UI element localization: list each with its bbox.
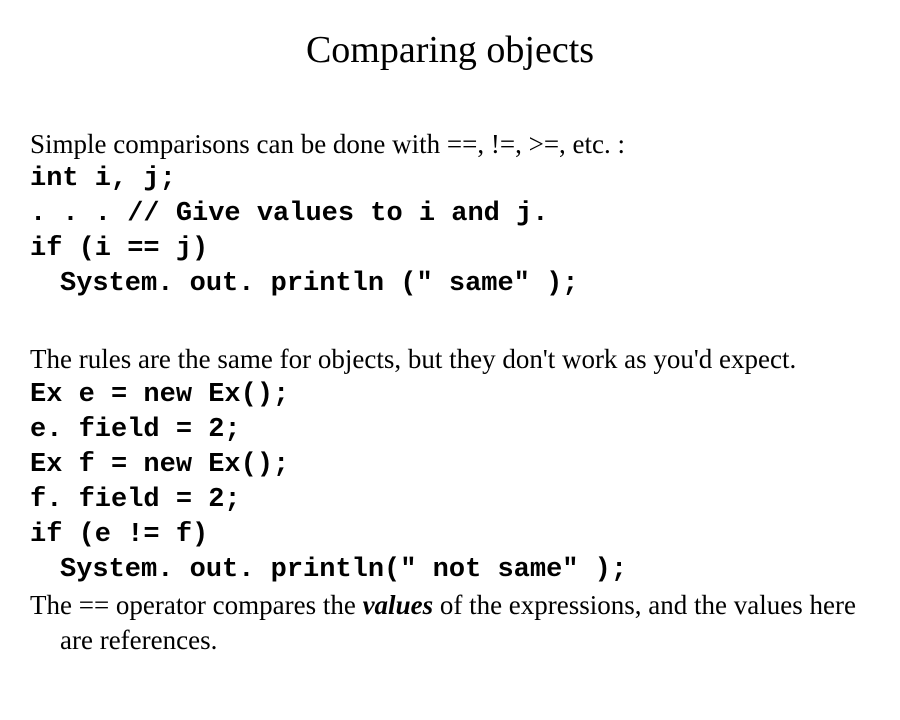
p2-footer-line-1: The == operator compares the values of t… [30, 588, 870, 623]
p2-footer-em: values [363, 590, 434, 620]
p2-code-line-6: System. out. println(" not same" ); [30, 553, 870, 588]
paragraph-2: The rules are the same for objects, but … [30, 342, 870, 658]
slide-title: Comparing objects [30, 28, 870, 72]
slide-body: Simple comparisons can be done with ==, … [30, 127, 870, 658]
p1-code-line-4: System. out. println (" same" ); [30, 267, 870, 302]
p1-code-line-3: if (i == j) [30, 232, 870, 267]
p2-code-line-2: e. field = 2; [30, 413, 870, 448]
p1-intro: Simple comparisons can be done with ==, … [30, 127, 870, 162]
p2-code-line-4: f. field = 2; [30, 483, 870, 518]
p1-code-line-1: int i, j; [30, 162, 870, 197]
p2-footer-b: of the expressions, and the values here [433, 590, 856, 620]
p2-code-line-1: Ex e = new Ex(); [30, 378, 870, 413]
p2-intro: The rules are the same for objects, but … [30, 342, 870, 377]
p2-code-line-5: if (e != f) [30, 518, 870, 553]
paragraph-1: Simple comparisons can be done with ==, … [30, 127, 870, 302]
p1-code-line-2: . . . // Give values to i and j. [30, 197, 870, 232]
p2-footer-c: are references. [30, 623, 870, 658]
slide-container: Comparing objects Simple comparisons can… [0, 0, 900, 678]
p2-footer-a: The == operator compares the [30, 590, 363, 620]
p2-code-line-3: Ex f = new Ex(); [30, 448, 870, 483]
